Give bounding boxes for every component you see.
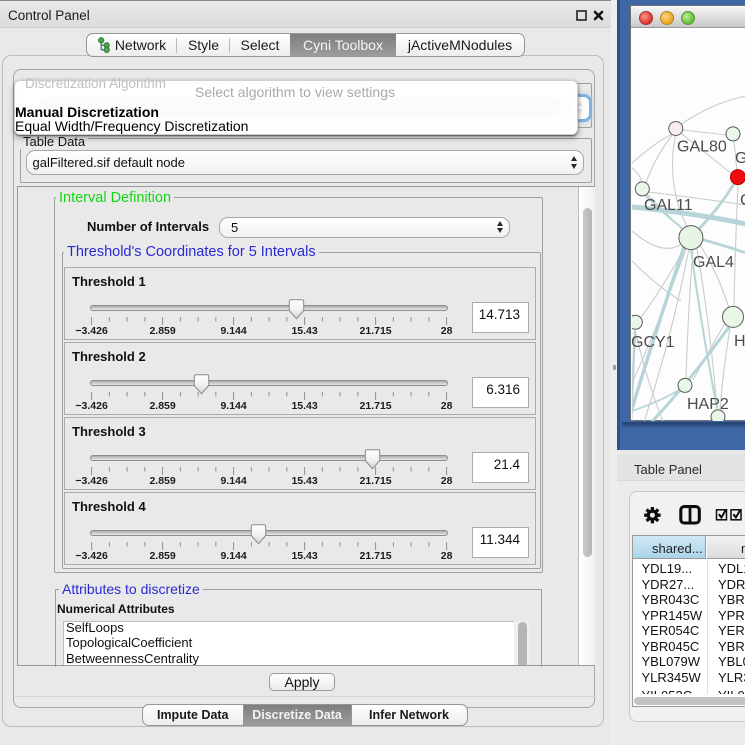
svg-text:GCY1: GCY1 xyxy=(632,334,675,351)
svg-text:GA: GA xyxy=(735,150,745,167)
svg-text:H: H xyxy=(734,333,745,350)
svg-text:HAP2: HAP2 xyxy=(687,396,729,413)
svg-text:GAL4: GAL4 xyxy=(693,254,734,271)
svg-text:GAL80: GAL80 xyxy=(677,139,727,156)
svg-text:GAL11: GAL11 xyxy=(644,197,693,214)
svg-text:C: C xyxy=(740,192,745,209)
